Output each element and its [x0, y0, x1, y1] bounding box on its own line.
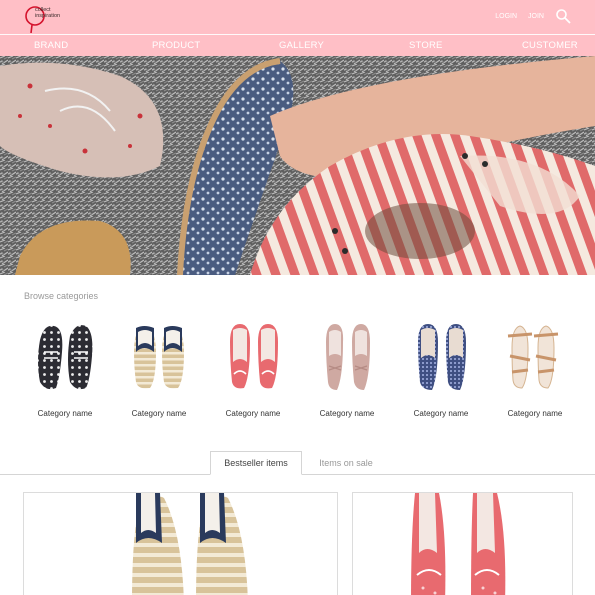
- browse-categories-title: Browse categories: [24, 291, 99, 301]
- nav-item-gallery[interactable]: GALLERY: [279, 40, 324, 51]
- polka-dot-sneakers-icon: [38, 325, 93, 390]
- search-icon[interactable]: [555, 8, 571, 24]
- login-link[interactable]: LOGIN: [495, 13, 517, 20]
- main-nav: BRAND PRODUCT GALLERY STORE CUSTOMER: [0, 35, 595, 56]
- category-label: Category name: [507, 409, 563, 418]
- join-link[interactable]: JOIN: [528, 13, 544, 20]
- nav-item-store[interactable]: STORE: [409, 40, 443, 51]
- category-striped-espadrilles[interactable]: Category name: [124, 322, 194, 422]
- nav-item-product[interactable]: PRODUCT: [152, 40, 200, 51]
- hero-image: [0, 56, 595, 275]
- category-nude-strap-sandals[interactable]: Category name: [500, 322, 570, 422]
- category-polka-dot-sneakers[interactable]: Category name: [30, 322, 100, 422]
- logo-text[interactable]: collect inspiration: [35, 7, 60, 19]
- hero-banner[interactable]: [0, 56, 595, 275]
- striped-espadrilles-product-image: [132, 493, 248, 595]
- pink-ballet-flats-product-image: [411, 493, 506, 595]
- account-links: LOGIN JOIN: [495, 8, 571, 24]
- category-label: Category name: [131, 409, 187, 418]
- product-card-striped-espadrilles[interactable]: [23, 492, 338, 595]
- pink-ballet-flats-icon: [230, 324, 278, 389]
- tab-items-on-sale[interactable]: Items on sale: [318, 451, 374, 475]
- logo-line-2: inspiration: [35, 13, 61, 19]
- tab-bestseller-items[interactable]: Bestseller items: [210, 451, 302, 475]
- category-blue-tweed-loafers[interactable]: Category name: [406, 322, 476, 422]
- category-label: Category name: [319, 409, 375, 418]
- category-label: Category name: [37, 409, 93, 418]
- striped-espadrilles-icon: [134, 326, 184, 389]
- category-pink-ballet-flats[interactable]: Category name: [218, 322, 288, 422]
- category-nude-bow-flats[interactable]: Category name: [312, 322, 382, 422]
- category-label: Category name: [413, 409, 469, 418]
- site-header: collect inspiration LOGIN JOIN BRAND PRO…: [0, 0, 595, 56]
- product-card-pink-ballet-flats[interactable]: [352, 492, 573, 595]
- category-label: Category name: [225, 409, 281, 418]
- nude-strap-sandals-icon: [507, 325, 559, 389]
- blue-tweed-loafers-icon: [418, 324, 466, 390]
- nude-bow-flats-icon: [326, 324, 370, 390]
- nav-item-customer[interactable]: CUSTOMER: [522, 40, 578, 51]
- nav-item-brand[interactable]: BRAND: [34, 40, 68, 51]
